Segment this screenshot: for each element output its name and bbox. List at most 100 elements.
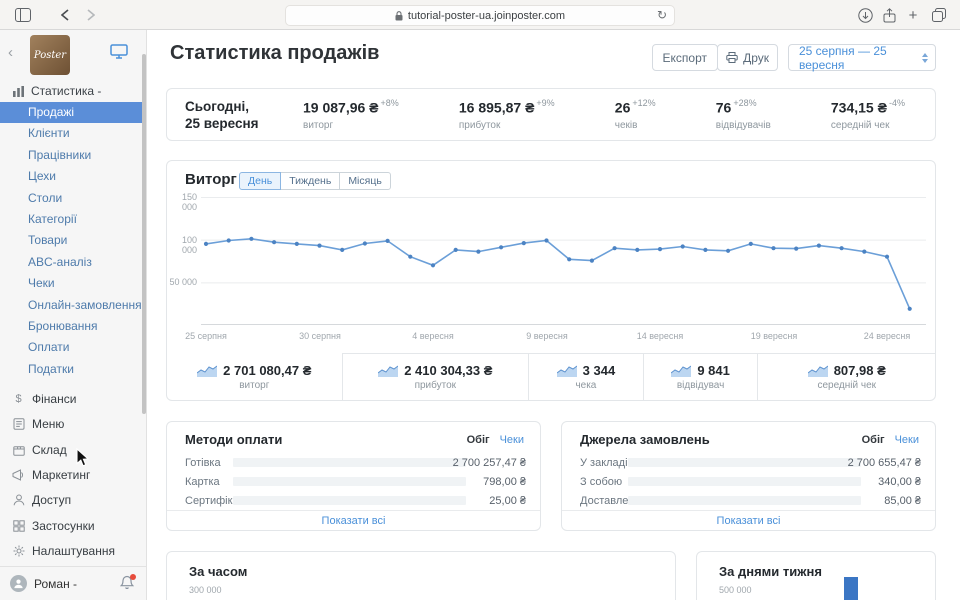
today-stat-visitors: 76+28% відвідувачів	[716, 98, 771, 130]
sidebar-item-receipts[interactable]: Чеки	[0, 273, 146, 294]
apps-icon	[12, 519, 25, 532]
sidebar-item-employees[interactable]: Працівники	[0, 145, 146, 166]
x-tick-4: 14 вересня	[625, 331, 695, 341]
order-sources-card: Джерела замовлень Обіг Чеки У закладі 2 …	[561, 421, 936, 531]
sidebar-item-access-label: Доступ	[32, 493, 71, 507]
total-avg-receipt[interactable]: 807,98 ₴ середній чек	[757, 353, 935, 400]
sidebar-item-menu[interactable]: Меню	[0, 411, 146, 436]
revenue-chart-card: Виторг День Тиждень Місяць 150 000 100 0…	[166, 160, 936, 401]
downloads-icon[interactable]	[856, 7, 874, 23]
total-receipts[interactable]: 3 344 чека	[528, 353, 643, 400]
payment-methods-toggle: Обіг Чеки	[467, 434, 524, 446]
statistics-icon	[12, 85, 25, 98]
today-stat-revenue: 19 087,96 ₴+8% виторг	[303, 98, 399, 130]
payment-methods-title: Методи оплати	[185, 432, 282, 447]
sidebar-section-statistics-label: Статистика -	[31, 84, 101, 98]
collapse-sidebar-icon[interactable]: ‹	[8, 44, 13, 61]
sidebar-item-online-orders[interactable]: Онлайн-замовлення	[0, 295, 146, 316]
sidebar-item-settings[interactable]: Налаштування	[0, 538, 146, 563]
sidebar-item-taxes[interactable]: Податки	[0, 359, 146, 380]
user-menu[interactable]: Роман -	[0, 566, 146, 600]
toggle-receipts[interactable]: Чеки	[500, 434, 524, 446]
sidebar-item-tables[interactable]: Столи	[0, 188, 146, 209]
sidebar-item-categories[interactable]: Категорії	[0, 209, 146, 230]
sidebar-item-abc-analysis[interactable]: ABC-аналіз	[0, 252, 146, 273]
sidebar-item-sales[interactable]: Продажі	[0, 102, 146, 123]
refresh-icon[interactable]: ↻	[657, 8, 667, 22]
order-sources-toggle: Обіг Чеки	[862, 434, 919, 446]
tab-week[interactable]: Тиждень	[280, 172, 340, 190]
tab-overview-icon[interactable]	[930, 7, 948, 23]
payment-row-cash: Готівка 2 700 257,47 ₴	[167, 453, 540, 472]
url-text: tutorial-poster-ua.joinposter.com	[408, 10, 565, 22]
sidebar-item-payments[interactable]: Оплати	[0, 337, 146, 358]
sidebar-item-stock[interactable]: Склад	[0, 437, 146, 462]
print-button[interactable]: Друк	[717, 44, 778, 71]
updown-arrows-icon	[922, 53, 928, 63]
browser-back-icon[interactable]	[56, 7, 74, 23]
mini-chart-icon	[197, 364, 217, 377]
by-time-card: За часом 300 000	[166, 551, 676, 600]
browser-forward-icon[interactable]	[82, 7, 100, 23]
menu-icon	[12, 418, 25, 431]
sidebar-section-statistics[interactable]: Статистика -	[0, 80, 146, 102]
sidebar-item-clients[interactable]: Клієнти	[0, 123, 146, 144]
date-range-value: 25 серпня — 25 вересня	[799, 44, 922, 72]
export-button-label: Експорт	[663, 51, 707, 65]
x-tick-1: 30 серпня	[285, 331, 355, 341]
notifications-bell-icon[interactable]	[120, 575, 134, 590]
sidebar: ‹ Poster Статистика - Продажі Клієнти Пр…	[0, 30, 147, 600]
source-row-takeaway: З собою 340,00 ₴	[562, 472, 935, 491]
x-tick-3: 9 вересня	[512, 331, 582, 341]
share-icon[interactable]	[880, 7, 898, 23]
period-tabs: День Тиждень Місяць	[239, 172, 391, 190]
y-tick-100000: 100 000	[169, 235, 197, 255]
sidebar-item-workshops[interactable]: Цехи	[0, 166, 146, 187]
toggle-turnover[interactable]: Обіг	[467, 434, 490, 446]
sidebar-item-reservations[interactable]: Бронювання	[0, 316, 146, 337]
tab-month[interactable]: Місяць	[339, 172, 391, 190]
sidebar-item-marketing[interactable]: Маркетинг	[0, 462, 146, 487]
show-all-payments-link[interactable]: Показати всі	[167, 510, 540, 532]
toggle-receipts[interactable]: Чеки	[895, 434, 919, 446]
new-tab-icon[interactable]: +	[904, 7, 922, 23]
mini-chart-icon	[808, 364, 828, 377]
print-button-label: Друк	[743, 51, 769, 65]
sidebar-item-apps[interactable]: Застосунки	[0, 513, 146, 538]
sidebar-item-products[interactable]: Товари	[0, 230, 146, 251]
toggle-turnover[interactable]: Обіг	[862, 434, 885, 446]
total-revenue[interactable]: 2 701 080,47 ₴ виторг	[167, 353, 342, 400]
date-range-picker[interactable]: 25 серпня — 25 вересня	[788, 44, 936, 71]
sidebar-item-settings-label: Налаштування	[32, 544, 115, 558]
address-bar[interactable]: tutorial-poster-ua.joinposter.com ↻	[285, 5, 675, 26]
show-all-sources-link[interactable]: Показати всі	[562, 510, 935, 532]
finance-icon: $	[12, 392, 25, 405]
sidebar-item-menu-label: Меню	[32, 417, 64, 431]
sidebar-header: ‹ Poster	[0, 30, 146, 80]
browser-sidebar-toggle-icon[interactable]	[14, 7, 32, 23]
total-visitors[interactable]: 9 841 відвідувач	[643, 353, 758, 400]
terminal-icon[interactable]	[110, 44, 128, 59]
period-totals-row: 2 701 080,47 ₴ виторг 2 410 304,33 ₴ при…	[167, 353, 935, 400]
poster-logo[interactable]: Poster	[30, 35, 70, 75]
y-tick-50000: 50 000	[169, 277, 197, 287]
total-profit[interactable]: 2 410 304,33 ₴ прибуток	[342, 353, 529, 400]
x-tick-0: 25 серпня	[171, 331, 241, 341]
export-button[interactable]: Експорт	[652, 44, 718, 71]
marketing-icon	[12, 468, 25, 481]
tab-day[interactable]: День	[239, 172, 281, 190]
page-title: Статистика продажів	[170, 42, 379, 65]
sidebar-item-access[interactable]: Доступ	[0, 488, 146, 513]
x-tick-5: 19 вересня	[739, 331, 809, 341]
payment-row-certificate: Сертифікат 25,00 ₴	[167, 491, 540, 510]
stock-icon	[12, 443, 25, 456]
by-weekday-title: За днями тижня	[719, 564, 822, 579]
x-tick-2: 4 вересня	[398, 331, 468, 341]
sidebar-scrollbar[interactable]	[142, 54, 146, 414]
x-tick-6: 24 вересня	[852, 331, 922, 341]
settings-icon	[12, 545, 25, 558]
sidebar-item-finance[interactable]: $ Фінанси	[0, 386, 146, 411]
sidebar-item-marketing-label: Маркетинг	[32, 468, 90, 482]
today-stat-avg-receipt: 734,15 ₴-4% середній чек	[831, 98, 905, 130]
by-time-axis-label: 300 000	[189, 585, 222, 595]
